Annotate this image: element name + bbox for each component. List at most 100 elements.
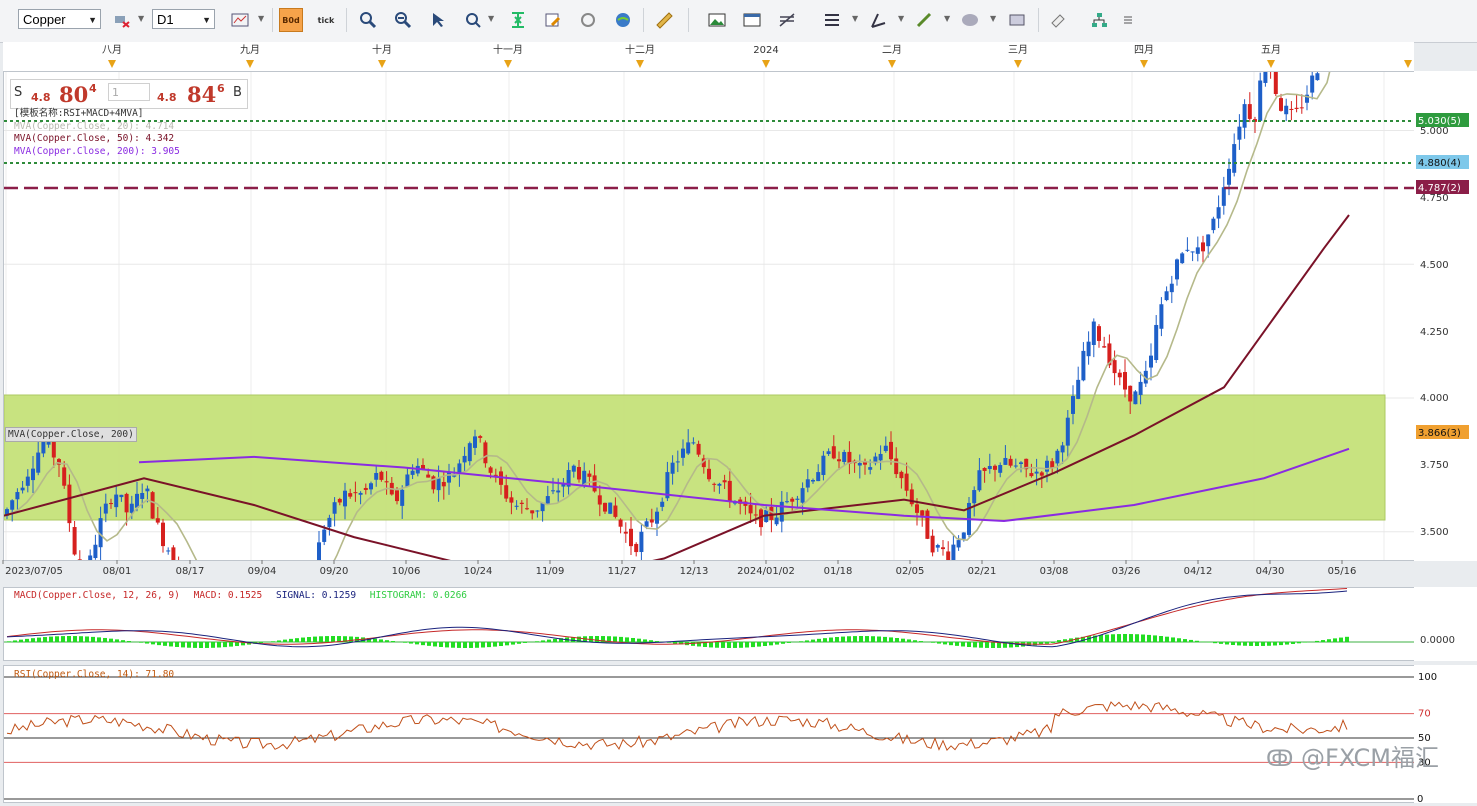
chevron-down-icon[interactable]: ▼ bbox=[852, 14, 858, 23]
buy-label[interactable]: B bbox=[233, 85, 242, 100]
template-name: [模板名称:RSI+MACD+4MVA] bbox=[14, 108, 180, 121]
globe-button[interactable] bbox=[611, 8, 635, 32]
chevron-down-icon[interactable]: ▼ bbox=[944, 14, 950, 23]
text-button[interactable] bbox=[1005, 8, 1029, 32]
price-chart[interactable] bbox=[4, 72, 1415, 560]
candle bbox=[780, 502, 784, 522]
date-label: 04/12 bbox=[1184, 566, 1213, 577]
chevron-down-icon[interactable]: ▼ bbox=[138, 14, 144, 23]
macd-bar bbox=[619, 637, 623, 642]
sell-price-main[interactable]: 4.8 bbox=[31, 91, 51, 104]
template-icon bbox=[544, 11, 562, 29]
chevron-down-icon[interactable]: ▼ bbox=[258, 14, 264, 23]
candle bbox=[634, 544, 638, 552]
candle bbox=[379, 472, 383, 480]
candle bbox=[613, 506, 617, 517]
quantity-input[interactable]: 1 bbox=[108, 83, 150, 101]
more-button[interactable] bbox=[1116, 8, 1140, 32]
macd-bar bbox=[1165, 637, 1169, 642]
macd-bar bbox=[127, 641, 131, 642]
date-label: 01/18 bbox=[824, 566, 853, 577]
macd-bar bbox=[1111, 634, 1115, 642]
macd-bar bbox=[595, 636, 599, 642]
chevron-down-icon[interactable]: ▼ bbox=[990, 14, 996, 23]
sell-label[interactable]: S bbox=[14, 85, 22, 100]
candle bbox=[681, 449, 685, 458]
fibonacci-icon bbox=[778, 11, 796, 29]
window-button[interactable] bbox=[740, 8, 764, 32]
indicator-button[interactable] bbox=[506, 8, 530, 32]
candle bbox=[36, 453, 40, 473]
macd-bar bbox=[1327, 639, 1331, 642]
candle bbox=[343, 491, 347, 507]
zoom-out-button[interactable] bbox=[391, 8, 415, 32]
rsi-chart[interactable] bbox=[4, 666, 1415, 802]
zoom-in-button[interactable] bbox=[356, 8, 380, 32]
refresh-button[interactable] bbox=[576, 8, 600, 32]
macd-bar bbox=[1123, 634, 1127, 642]
macd-bar bbox=[1147, 635, 1151, 642]
macd-bar bbox=[457, 642, 461, 648]
candle bbox=[364, 488, 368, 490]
candle bbox=[426, 475, 430, 478]
tree-button[interactable] bbox=[1087, 8, 1111, 32]
macd-bar bbox=[901, 639, 905, 642]
macd-bar bbox=[643, 639, 647, 642]
candle bbox=[572, 466, 576, 472]
chart-type-button[interactable] bbox=[228, 8, 252, 32]
pen-button[interactable] bbox=[912, 8, 936, 32]
cursor-button[interactable] bbox=[426, 8, 450, 32]
instrument-select[interactable]: Copper ▼ bbox=[18, 9, 101, 29]
macd-bar bbox=[49, 637, 53, 642]
fibonacci-button[interactable] bbox=[775, 8, 799, 32]
candle bbox=[998, 465, 1002, 473]
rsi-axis-label: 70 bbox=[1418, 709, 1431, 720]
price-chart-panel[interactable] bbox=[3, 71, 1416, 561]
candle bbox=[749, 505, 753, 513]
buy-price-main[interactable]: 4.8 bbox=[157, 91, 177, 104]
candle bbox=[639, 532, 643, 552]
candle bbox=[1071, 396, 1075, 414]
chevron-down-icon[interactable]: ▼ bbox=[488, 14, 494, 23]
candle bbox=[951, 545, 955, 560]
candle bbox=[1050, 461, 1054, 467]
candle bbox=[593, 475, 597, 491]
macd-bar bbox=[403, 642, 407, 643]
macd-bar bbox=[1159, 636, 1163, 642]
chevron-down-icon[interactable]: ▼ bbox=[898, 14, 904, 23]
macd-bar bbox=[1057, 640, 1061, 642]
macd-bar bbox=[229, 642, 233, 647]
sell-price-big[interactable]: 80 bbox=[59, 82, 88, 107]
candle bbox=[171, 547, 175, 560]
candle bbox=[161, 523, 165, 546]
date-label: 08/17 bbox=[176, 566, 205, 577]
image-button[interactable] bbox=[705, 8, 729, 32]
sell-price-sup[interactable]: 4 bbox=[89, 82, 97, 95]
price-axis[interactable]: 5.0004.7504.5004.2504.0003.7503.5005.030… bbox=[1414, 71, 1477, 561]
ellipse-button[interactable] bbox=[958, 8, 982, 32]
d-mode-button[interactable]: B0d bbox=[279, 8, 303, 32]
candle bbox=[832, 446, 836, 458]
candle-settings-button[interactable] bbox=[110, 8, 134, 32]
macd-bar bbox=[37, 638, 41, 642]
buy-price-big[interactable]: 84 bbox=[187, 82, 216, 107]
macd-bar bbox=[835, 637, 839, 642]
ruler-button[interactable] bbox=[652, 8, 676, 32]
template-button[interactable] bbox=[541, 8, 565, 32]
tick-mode-button[interactable]: tick bbox=[314, 8, 338, 32]
trendline-button[interactable] bbox=[866, 8, 890, 32]
crosshair-button[interactable] bbox=[461, 8, 485, 32]
macd-bar bbox=[523, 642, 527, 643]
macd-bar bbox=[97, 637, 101, 642]
horizontal-lines-button[interactable] bbox=[820, 8, 844, 32]
weibo-icon: ↂ bbox=[1266, 747, 1293, 772]
rsi-panel[interactable] bbox=[3, 665, 1416, 803]
candle bbox=[977, 470, 981, 490]
candle bbox=[894, 458, 898, 474]
macd-bar bbox=[7, 641, 11, 642]
eraser-button[interactable] bbox=[1046, 8, 1070, 32]
candle bbox=[463, 456, 467, 462]
macd-bar bbox=[1267, 642, 1271, 646]
buy-price-sup[interactable]: 6 bbox=[217, 82, 225, 95]
timeframe-select[interactable]: D1 ▼ bbox=[152, 9, 215, 29]
